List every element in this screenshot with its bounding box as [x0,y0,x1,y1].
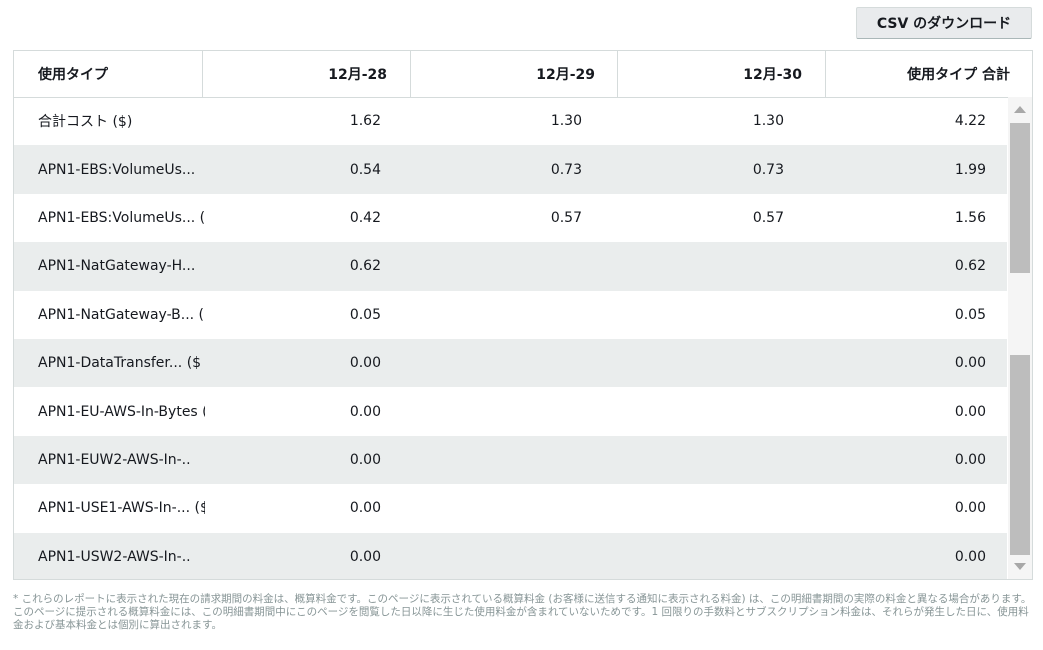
table-row: APN1-DataTransfer... ($ 0.00 0.00 [14,338,1007,388]
usage-type-cell: APN1-EBS:VolumeUs... [38,161,196,178]
usage-type-cell: APN1-EU-AWS-In-Bytes ($) [38,403,205,420]
value-cell-1230: 0.73 [752,161,784,178]
table-row: APN1-EUW2-AWS-In-.. 0.00 0.00 [14,435,1007,485]
table-row: 合計コスト ($) 1.62 1.30 1.30 4.22 [14,97,1007,145]
value-cell-1228: 0.00 [349,451,381,468]
total-cell: 0.00 [954,548,986,565]
usage-type-cell: APN1-NatGateway-B... ($) [38,306,205,323]
header-date-1229[interactable]: 12月-29 [410,51,619,97]
value-cell-1230 [694,533,784,579]
usage-type-cell: APN1-NatGateway-H... [38,258,196,275]
value-cell-1230 [694,339,784,387]
value-cell-1229: 1.30 [550,113,582,130]
value-cell-1230 [694,387,784,435]
header-date-1230[interactable]: 12月-30 [617,51,826,97]
value-cell-1229 [494,242,582,290]
usage-type-cell: APN1-EBS:VolumeUs... ($) [38,209,205,226]
table-row: APN1-USW2-AWS-In-.. 0.00 0.00 [14,532,1007,579]
value-cell-1229 [494,339,582,387]
vertical-scrollbar[interactable] [1008,97,1032,579]
value-cell-1230: 0.57 [752,209,784,226]
total-cell: 1.56 [954,209,986,226]
value-cell-1228: 0.62 [349,258,381,275]
total-cell: 0.62 [954,258,986,275]
total-cell: 4.22 [954,113,986,130]
table-header: 使用タイプ 12月-28 12月-29 12月-30 使用タイプ 合計 [14,51,1032,98]
value-cell-1228: 0.00 [349,355,381,372]
table-row: APN1-EBS:VolumeUs... 0.54 0.73 0.73 1.99 [14,145,1007,194]
total-cell: 0.00 [954,355,986,372]
value-cell-1228: 0.00 [349,403,381,420]
header-date-1228[interactable]: 12月-28 [202,51,411,97]
csv-download-button[interactable]: CSV のダウンロード [856,7,1032,39]
header-usage-type[interactable]: 使用タイプ [14,51,202,97]
table-body: 合計コスト ($) 1.62 1.30 1.30 4.22 APN1-EBS:V… [14,97,1007,579]
value-cell-1229 [494,436,582,484]
value-cell-1229 [494,533,582,579]
usage-type-cell: APN1-DataTransfer... ($ [38,355,202,372]
value-cell-1228: 0.54 [349,161,381,178]
usage-type-cell: APN1-USW2-AWS-In-.. [38,548,191,565]
value-cell-1230 [694,484,784,532]
cost-table: 使用タイプ 12月-28 12月-29 12月-30 使用タイプ 合計 合計コス… [13,50,1033,580]
value-cell-1229 [494,291,582,339]
value-cell-1228: 0.42 [349,209,381,226]
usage-type-cell: APN1-USE1-AWS-In-... ($) [38,500,205,517]
total-cell: 1.99 [954,161,986,178]
footnote-disclaimer: * これらのレポートに表示された現在の請求期間の料金は、概算料金です。このページ… [13,593,1032,631]
total-cell: 0.00 [954,451,986,468]
value-cell-1228: 1.62 [349,113,381,130]
table-row: APN1-EU-AWS-In-Bytes ($) 0.00 0.00 [14,387,1007,435]
scrollbar-track-segment[interactable] [1010,355,1030,555]
value-cell-1228: 0.05 [349,306,381,323]
scrollbar-thumb[interactable] [1010,123,1030,273]
value-cell-1228: 0.00 [349,500,381,517]
value-cell-1230: 1.30 [752,113,784,130]
scroll-up-arrow-icon[interactable] [1014,106,1026,113]
value-cell-1228: 0.00 [349,548,381,565]
header-usage-type-total[interactable]: 使用タイプ 合計 [825,51,1032,97]
table-row: APN1-NatGateway-B... ($) 0.05 0.05 [14,291,1007,339]
value-cell-1229 [494,484,582,532]
value-cell-1229: 0.73 [550,161,582,178]
total-cell: 0.05 [954,306,986,323]
total-cell: 0.00 [954,403,986,420]
value-cell-1229 [494,387,582,435]
value-cell-1230 [694,242,784,290]
usage-type-cell: 合計コスト ($) [38,114,133,131]
total-cell: 0.00 [954,500,986,517]
value-cell-1230 [694,291,784,339]
value-cell-1230 [694,436,784,484]
table-row: APN1-USE1-AWS-In-... ($) 0.00 0.00 [14,484,1007,532]
usage-type-cell: APN1-EUW2-AWS-In-.. [38,451,191,468]
scroll-down-arrow-icon[interactable] [1014,563,1026,570]
value-cell-1229: 0.57 [550,209,582,226]
table-row: APN1-EBS:VolumeUs... ($) 0.42 0.57 0.57 … [14,194,1007,242]
table-row: APN1-NatGateway-H... 0.62 0.62 [14,242,1007,291]
